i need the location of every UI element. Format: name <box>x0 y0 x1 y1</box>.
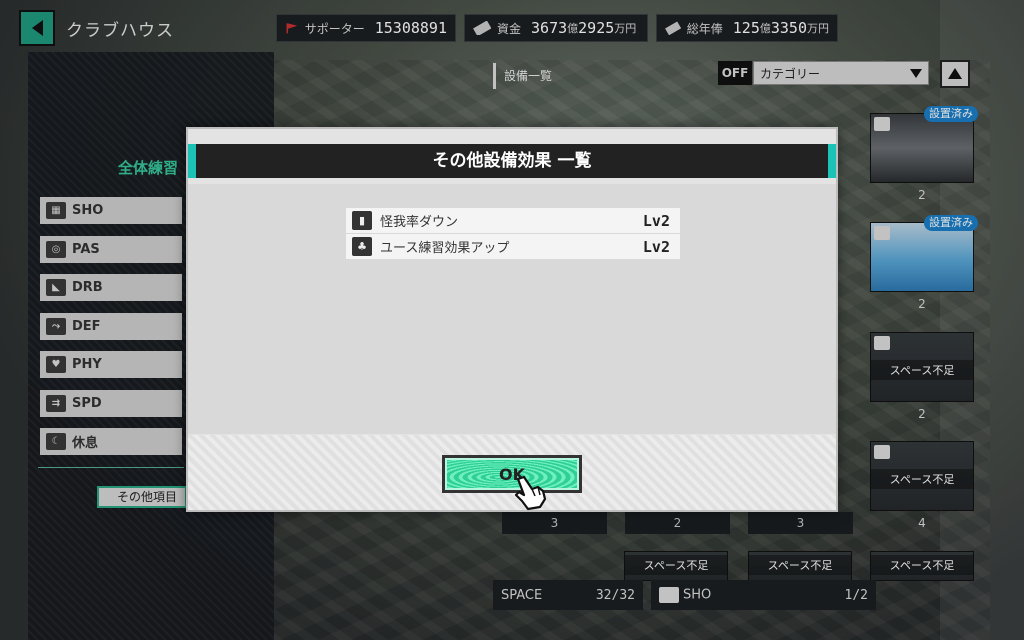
dialog-body: ▮ 怪我率ダウン Lv2 ♣ ユース練習効果アップ Lv2 <box>188 184 836 434</box>
injury-spray-icon: ▮ <box>352 211 372 230</box>
effect-level: Lv2 <box>642 211 670 230</box>
effect-row-injury: ▮ 怪我率ダウン Lv2 <box>346 208 680 233</box>
pointer-hand-icon <box>514 475 547 511</box>
facility-effects-dialog: その他設備効果 一覧 ▮ 怪我率ダウン Lv2 ♣ ユース練習効果アップ Lv2… <box>186 127 838 512</box>
effect-level: Lv2 <box>642 237 670 256</box>
dialog-footer: OK <box>188 435 836 511</box>
youth-sprout-icon: ♣ <box>352 237 372 256</box>
dialog-header: その他設備効果 一覧 <box>188 144 836 178</box>
effect-name: 怪我率ダウン <box>380 215 459 230</box>
effect-name: ユース練習効果アップ <box>380 241 510 256</box>
effect-row-youth: ♣ ユース練習効果アップ Lv2 <box>346 234 680 259</box>
dialog-title: その他設備効果 一覧 <box>432 151 592 171</box>
